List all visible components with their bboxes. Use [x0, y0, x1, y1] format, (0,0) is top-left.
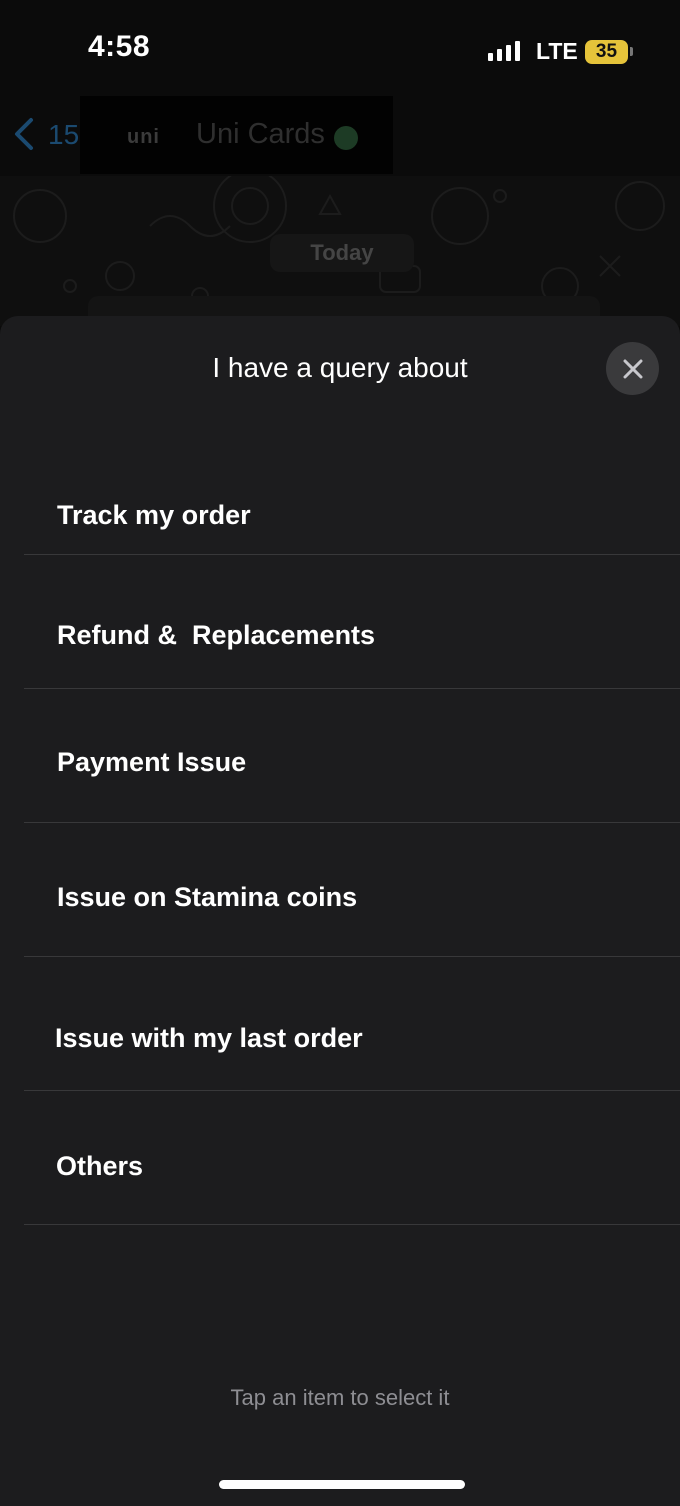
option-label: Others [56, 1151, 144, 1181]
contact-name: Uni Cards [196, 118, 325, 150]
option-refund-replacements[interactable]: Refund & Replacements [24, 555, 680, 689]
chevron-left-icon[interactable] [12, 117, 36, 151]
date-pill: Today [270, 234, 414, 272]
option-track-order[interactable]: Track my order [24, 470, 680, 555]
contact-logo: uni [127, 126, 160, 148]
sheet-hint: Tap an item to select it [230, 1385, 450, 1410]
battery-tip [630, 47, 633, 56]
option-label: Payment Issue [57, 747, 247, 777]
network-label: LTE [536, 38, 578, 64]
option-payment-issue[interactable]: Payment Issue [24, 689, 680, 823]
back-unread-count[interactable]: 15 [48, 119, 79, 151]
option-label: Issue with my last order [55, 1023, 363, 1053]
status-bar: 4:58 LTE 35 [0, 0, 680, 100]
option-stamina-coins[interactable]: Issue on Stamina coins [24, 823, 680, 957]
battery-icon: 35 [585, 40, 628, 64]
status-time: 4:58 [88, 30, 151, 63]
option-last-order[interactable]: Issue with my last order [24, 957, 680, 1091]
verified-icon [334, 126, 358, 150]
close-icon [623, 359, 642, 378]
close-button[interactable] [606, 342, 659, 395]
option-label: Issue on Stamina coins [57, 882, 358, 912]
signal-icon [488, 41, 520, 61]
sheet-title: I have a query about [212, 352, 468, 383]
home-indicator[interactable] [219, 1480, 465, 1489]
option-label: Track my order [57, 500, 251, 530]
option-label: Refund & Replacements [57, 620, 376, 650]
option-others[interactable]: Others [24, 1091, 680, 1225]
